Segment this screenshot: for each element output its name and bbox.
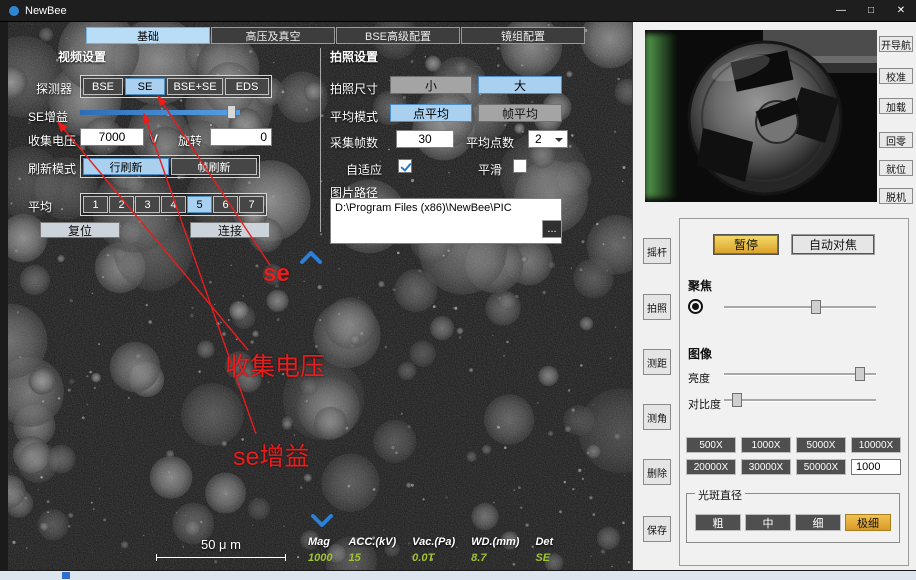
spot-coarse-button[interactable]: 粗 bbox=[695, 514, 741, 531]
minimize-button[interactable]: — bbox=[826, 0, 856, 21]
close-button[interactable]: ✕ bbox=[886, 0, 916, 21]
joystick-button[interactable]: 摇杆 bbox=[643, 238, 671, 264]
capture-button[interactable]: 拍照 bbox=[643, 294, 671, 320]
annotation-voltage: 收集电压 bbox=[225, 347, 325, 383]
brightness-label: 亮度 bbox=[688, 370, 710, 386]
maximize-button[interactable]: □ bbox=[856, 0, 886, 21]
measure-distance-button[interactable]: 测距 bbox=[643, 349, 671, 375]
delete-button[interactable]: 删除 bbox=[643, 459, 671, 485]
taskbar-app-icon[interactable] bbox=[62, 572, 70, 579]
annotation-arrows bbox=[8, 22, 632, 570]
measure-angle-button[interactable]: 测角 bbox=[643, 404, 671, 430]
spot-fine-button[interactable]: 细 bbox=[795, 514, 841, 531]
mag-10000x-button[interactable]: 10000X bbox=[851, 437, 901, 453]
pause-button[interactable]: 暂停 bbox=[714, 235, 778, 254]
contrast-label: 对比度 bbox=[688, 396, 721, 412]
scroll-down-icon[interactable] bbox=[311, 514, 333, 527]
mag-50000x-button[interactable]: 50000X bbox=[796, 459, 846, 475]
mag-20000x-button[interactable]: 20000X bbox=[686, 459, 736, 475]
annotation-se: se bbox=[263, 260, 290, 288]
open-navigation-button[interactable]: 开导航 bbox=[879, 36, 913, 52]
spot-medium-button[interactable]: 中 bbox=[745, 514, 791, 531]
spot-diameter-label: 光斑直径 bbox=[695, 487, 745, 503]
app-window: NewBee — □ ✕ bbox=[0, 0, 916, 580]
window-controls: — □ ✕ bbox=[826, 0, 916, 21]
return-zero-button[interactable]: 回零 bbox=[879, 132, 913, 148]
mag-5000x-button[interactable]: 5000X bbox=[796, 437, 846, 453]
mag-1000x-button[interactable]: 1000X bbox=[741, 437, 791, 453]
scroll-up-icon[interactable] bbox=[300, 251, 322, 264]
sidebar: 开导航 校准 加载 回零 就位 脱机 摇杆 拍照 测距 测角 删除 保存 暂停 … bbox=[632, 22, 916, 570]
annotation-gain: se增益 bbox=[233, 437, 309, 473]
in-position-button[interactable]: 就位 bbox=[879, 160, 913, 176]
contrast-slider[interactable] bbox=[724, 392, 876, 408]
load-button[interactable]: 加载 bbox=[879, 98, 913, 114]
sem-viewport: 基础 高压及真空 BSE高级配置 镜组配置 视频设置 探测器 BSE SE BS… bbox=[8, 22, 632, 570]
title-bar: NewBee — □ ✕ bbox=[0, 0, 916, 22]
focus-label: 聚焦 bbox=[688, 277, 712, 294]
focus-record-icon[interactable] bbox=[688, 299, 703, 314]
mag-input[interactable]: 1000 bbox=[851, 459, 901, 475]
save-button[interactable]: 保存 bbox=[643, 516, 671, 542]
brightness-slider[interactable] bbox=[724, 366, 876, 382]
autofocus-button[interactable]: 自动对焦 bbox=[792, 235, 874, 254]
focus-slider[interactable] bbox=[724, 299, 876, 315]
calibrate-button[interactable]: 校准 bbox=[879, 68, 913, 84]
control-panel: 暂停 自动对焦 聚焦 图像 亮度 对比度 500X 1000X 5000X 10… bbox=[679, 218, 909, 566]
spot-extrafine-button[interactable]: 极细 bbox=[845, 514, 891, 531]
image-section-label: 图像 bbox=[688, 345, 712, 362]
offline-button[interactable]: 脱机 bbox=[879, 188, 913, 204]
taskbar-strip bbox=[0, 571, 916, 580]
app-icon bbox=[9, 6, 19, 16]
chamber-camera-view bbox=[645, 30, 877, 202]
mag-500x-button[interactable]: 500X bbox=[686, 437, 736, 453]
window-title: NewBee bbox=[25, 5, 67, 17]
spot-diameter-group: 光斑直径 粗 中 细 极细 bbox=[686, 493, 900, 543]
mag-30000x-button[interactable]: 30000X bbox=[741, 459, 791, 475]
